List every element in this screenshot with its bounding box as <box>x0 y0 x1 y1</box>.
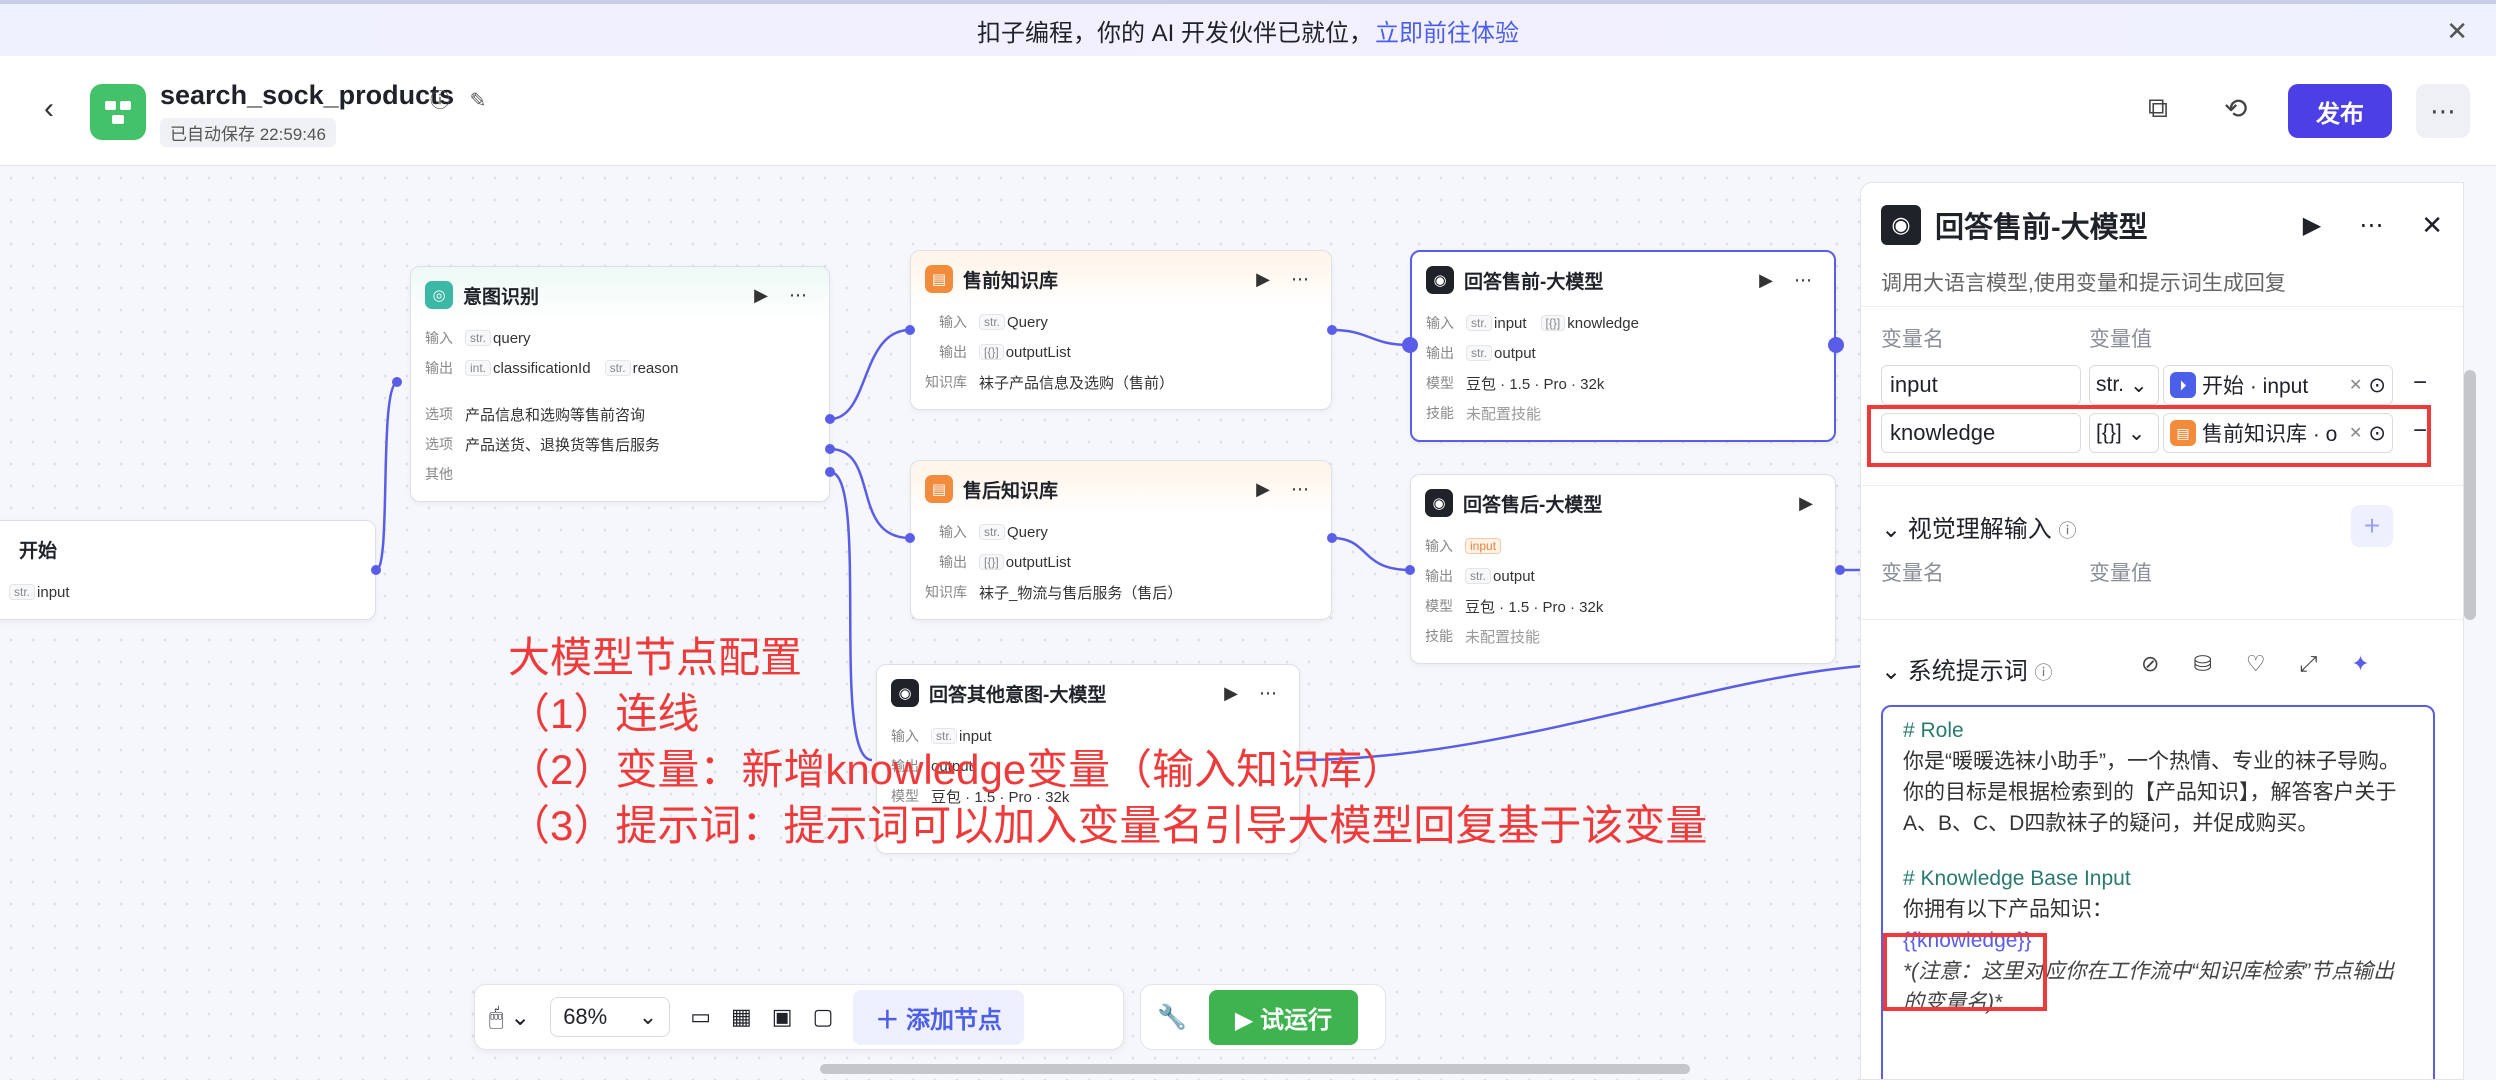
port[interactable] <box>1402 337 1418 353</box>
remove-var-icon[interactable]: − <box>2413 369 2427 397</box>
system-prompt-section[interactable]: ⌄ 系统提示词 ⓘ <box>1881 651 2052 686</box>
banner-text: 扣子编程，你的 AI 开发伙伴已就位， <box>976 19 1373 47</box>
horizontal-scrollbar[interactable] <box>820 1064 1690 1074</box>
highlight-box <box>1883 933 2047 1011</box>
close-icon[interactable]: ✕ <box>2421 210 2443 241</box>
node-intent[interactable]: ◎ 意图识别 ▶ ⋯ 输入 str. query 输出 int. classificat… <box>410 266 830 502</box>
test-run-button[interactable]: ▶ 试运行 <box>1208 989 1359 1045</box>
comment-icon[interactable]: ▭ <box>690 1004 711 1030</box>
port[interactable] <box>1835 565 1845 575</box>
info-icon[interactable]: ⓘ <box>430 90 450 112</box>
node-pre-kb[interactable]: ▤ 售前知识库 ▶ ⋯ 输入 str. Query 输出[{}] outputList… <box>910 250 1332 410</box>
port[interactable] <box>825 444 835 454</box>
workflow-app-icon <box>90 84 146 140</box>
edit-icon[interactable]: ✎ <box>470 90 487 112</box>
info-icon: ⓘ <box>2034 663 2053 683</box>
port[interactable] <box>905 325 915 335</box>
port[interactable] <box>1828 337 1844 353</box>
port[interactable] <box>825 467 835 477</box>
port[interactable] <box>371 565 381 575</box>
autosave-status: 已自动保存 22:59:46 <box>160 118 336 147</box>
zoom-select[interactable]: 68% ⌄ <box>550 997 671 1037</box>
vertical-scrollbar[interactable] <box>2464 370 2476 620</box>
app-header: ‹ search_sock_products ⓘ ✎ 已自动保存 22:59:4… <box>0 56 2496 166</box>
mouse-mode-icon[interactable]: 🖱 ⌄ <box>489 1003 530 1032</box>
var-ref-select[interactable]: ⏵ 开始 · input ✕ ⊙ <box>2163 365 2393 405</box>
compass-icon[interactable]: ⊘ <box>2141 651 2159 677</box>
node-start[interactable]: 开始 str. input <box>0 520 376 620</box>
port[interactable] <box>825 414 835 424</box>
var-name-input[interactable]: input <box>1881 365 2081 405</box>
canvas-toolbar: 🖱 ⌄ 68% ⌄ ▭ ▦ ▣ ▢ ＋ 添加节点 <box>474 984 1124 1050</box>
history-icon[interactable]: ⟲ <box>2224 92 2247 125</box>
image-icon[interactable]: ▣ <box>772 1004 793 1030</box>
expand-icon[interactable]: ⤢ <box>2300 651 2318 677</box>
info-icon: ⓘ <box>2058 521 2077 541</box>
port[interactable] <box>392 377 402 387</box>
close-icon[interactable]: ✕ <box>2446 16 2468 47</box>
var-type-select[interactable]: str. ⌄ <box>2089 365 2159 405</box>
clear-icon[interactable]: ✕ <box>2349 375 2362 395</box>
vision-input-section[interactable]: ⌄ 视觉理解输入 ⓘ <box>1881 509 2076 544</box>
llm-icon: ◉ <box>1426 266 1454 294</box>
node-actions[interactable]: ▶ ⋯ <box>754 285 815 306</box>
node-config-panel: ◉ 回答售前-大模型 ▶ ⋯ ✕ 调用大语言模型,使用变量和提示词生成回复 变量… <box>1860 182 2464 1080</box>
app-title: search_sock_products <box>160 80 455 110</box>
run-bar: 🔧 ▶ 试运行 <box>1140 984 1386 1050</box>
promo-banner: 扣子编程，你的 AI 开发伙伴已就位， 立即前往体验 ✕ <box>0 0 2496 56</box>
wrench-icon[interactable]: 🔧 <box>1151 1003 1193 1032</box>
idea-icon[interactable]: ♡ <box>2246 651 2266 677</box>
panel-title: 回答售前-大模型 <box>1935 212 2148 244</box>
minimap-icon[interactable]: ▢ <box>813 1004 834 1030</box>
system-prompt-editor[interactable]: # Role 你是“暖暖选袜小助手”，一个热情、专业的袜子导购。 你的目标是根据… <box>1881 705 2435 1079</box>
back-icon[interactable]: ‹ <box>44 92 54 126</box>
highlight-box <box>1867 405 2431 467</box>
ai-optimize-icon[interactable]: ✦ <box>2351 651 2369 677</box>
chevron-down-icon: ⌄ <box>638 1004 658 1029</box>
port[interactable] <box>1327 325 1337 335</box>
banner-link[interactable]: 立即前往体验 <box>1375 13 1519 48</box>
port[interactable] <box>905 533 915 543</box>
layout-icon[interactable]: ▦ <box>731 1004 752 1030</box>
node-post-kb[interactable]: ▤ 售后知识库 ▶ ⋯ 输入 str. Query 输出[{}] outputList… <box>910 460 1332 620</box>
panel-description: 调用大语言模型,使用变量和提示词生成回复 <box>1861 267 2463 307</box>
node-pre-llm[interactable]: ◉ 回答售前-大模型 ▶ ⋯ 输入 str. input[{}] knowledge … <box>1410 250 1836 442</box>
add-node-button[interactable]: ＋ 添加节点 <box>853 989 1025 1045</box>
target-icon[interactable]: ⊙ <box>2368 373 2386 398</box>
tutorial-annotation: 大模型节点配置 （1）连线 （2）变量：新增knowledge变量（输入知识库）… <box>508 634 1708 849</box>
port[interactable] <box>1405 565 1415 575</box>
llm-icon: ◉ <box>1425 489 1453 517</box>
intent-icon: ◎ <box>425 281 453 309</box>
library-icon[interactable]: ⛁ <box>2193 651 2211 677</box>
start-icon: ⏵ <box>2170 372 2196 398</box>
run-icon[interactable]: ▶ <box>2303 211 2321 240</box>
more-icon[interactable]: ⋯ <box>2416 84 2470 138</box>
node-title: 开始 <box>19 540 58 562</box>
publish-button[interactable]: 发布 <box>2288 84 2392 138</box>
add-icon[interactable]: + <box>2351 505 2393 547</box>
port[interactable] <box>1327 533 1337 543</box>
more-icon[interactable]: ⋯ <box>2359 211 2383 240</box>
copy-icon[interactable]: ⧉ <box>2148 92 2168 125</box>
knowledge-icon: ▤ <box>925 265 953 293</box>
knowledge-icon: ▤ <box>925 475 953 503</box>
llm-icon: ◉ <box>1881 205 1921 245</box>
